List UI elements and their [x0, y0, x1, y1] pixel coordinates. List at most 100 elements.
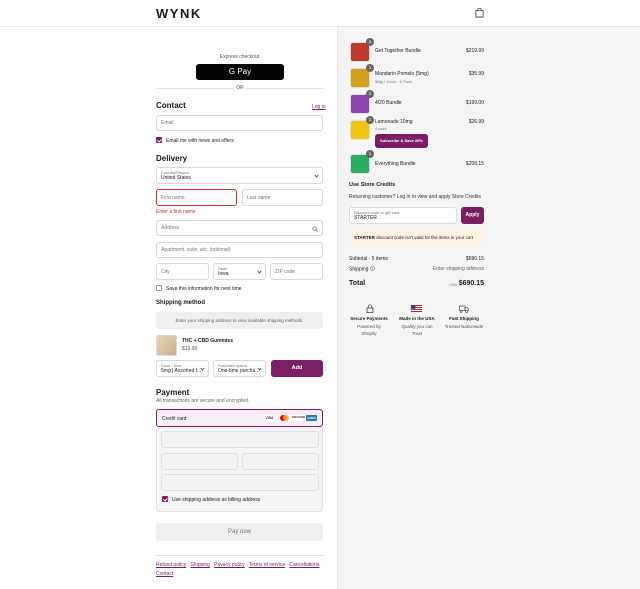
shipping-summary-label: Shipping	[349, 266, 375, 273]
chevron-down-icon	[257, 268, 262, 274]
save-info-label: Save this information for next time	[166, 286, 242, 292]
zip-field[interactable]: ZIP code	[270, 263, 323, 280]
country-select[interactable]: Country/Region United States	[156, 167, 323, 184]
store-credits-heading: Use Store Credits	[349, 182, 396, 188]
city-placeholder: City	[161, 268, 170, 275]
last-name-field[interactable]: Last name	[242, 189, 323, 206]
mastercard-icon	[279, 415, 290, 421]
gpay-button[interactable]: G Pay	[196, 64, 284, 80]
newsletter-label: Email me with news and offers	[166, 138, 234, 144]
city-field[interactable]: City	[156, 263, 209, 280]
shopping-bag-icon[interactable]	[475, 8, 484, 18]
first-name-error: Enter a first name	[156, 209, 196, 215]
newsletter-checkbox[interactable]	[156, 137, 162, 143]
quantity-badge: 1	[366, 90, 374, 98]
subscribe-save-button[interactable]: Subscribe & Save 20%	[375, 134, 428, 148]
discount-field[interactable]: Discount code or gift card STARTER	[349, 207, 457, 224]
footer-divider	[156, 555, 323, 556]
name-on-card-field[interactable]	[161, 474, 319, 491]
cancellations-link[interactable]: Cancellations	[289, 562, 319, 568]
discount-value: STARTER	[354, 215, 377, 221]
badge-sub: Shopify	[361, 331, 377, 336]
first-name-placeholder: First name	[161, 194, 185, 201]
privacy-policy-link[interactable]: Privacy policy	[214, 562, 245, 568]
contact-link[interactable]: Contact	[156, 571, 173, 577]
cart-item-price: $219.99	[465, 48, 484, 54]
upsell-name: THC + CBD Gummies	[182, 338, 233, 344]
badge-sub: Powered by	[357, 324, 381, 329]
dose-select[interactable]: Dose / Size 5mg | Assorted f...	[156, 360, 209, 377]
expiry-field[interactable]	[161, 453, 238, 470]
first-name-field[interactable]: First name	[156, 189, 237, 206]
cart-item-variant: 5Mg / 12oz) - 6 Pack	[375, 79, 412, 84]
cart-item-name: Mandarin Pomelo (5mg)	[375, 71, 429, 77]
badge-title: Made in the USA	[399, 316, 435, 321]
cart-item-variant: 4 pack	[375, 126, 387, 131]
cart-item-name: 4/20 Bundle	[375, 100, 402, 106]
email-field[interactable]: Email	[156, 115, 323, 131]
purchase-option-select[interactable]: Purchase option One-time purcha...	[213, 360, 266, 377]
shipping-notice: Enter your shipping address to view avai…	[156, 312, 323, 329]
site-header: WYNK	[0, 0, 640, 27]
discover-icon: DISCOVER	[292, 415, 306, 421]
terms-link[interactable]: Terms of service	[249, 562, 285, 568]
express-checkout-label: Express checkout	[219, 54, 260, 60]
search-icon	[312, 226, 318, 232]
amex-icon: AMEX	[306, 415, 317, 421]
chevron-down-icon	[200, 365, 205, 371]
card-form: Use shipping address as billing address	[156, 427, 323, 512]
cart-item-name: Get Together Bundle	[375, 48, 421, 54]
cart-item-price: $208.15	[465, 161, 484, 167]
address-placeholder: Address	[161, 225, 180, 231]
cart-item-name: Lemonade 10mg	[375, 119, 413, 125]
chevron-down-icon	[314, 172, 319, 178]
cart-item-price: $26.99	[468, 119, 484, 125]
address-field[interactable]: Address	[156, 220, 323, 236]
discount-code-text: STARTER	[354, 235, 375, 240]
chevron-down-icon	[257, 365, 262, 371]
or-label: OR	[234, 85, 246, 91]
login-link[interactable]: Log in	[312, 104, 326, 110]
credit-card-option[interactable]: Credit card VISA DISCOVER AMEX	[156, 409, 323, 427]
brand-logo[interactable]: WYNK	[156, 6, 202, 21]
billing-same-checkbox[interactable]	[162, 496, 168, 502]
last-name-placeholder: Last name	[247, 194, 271, 201]
state-value: Iowa	[218, 271, 229, 277]
save-info-checkbox[interactable]	[156, 285, 162, 291]
info-icon[interactable]	[370, 266, 375, 271]
badge-sub: Trust	[411, 331, 423, 336]
total-label: Total	[349, 280, 366, 287]
badge-title: Fast Shipping	[449, 316, 479, 321]
cart-item-price: $35.99	[468, 71, 484, 77]
pay-now-button[interactable]: Pay now	[156, 523, 323, 541]
add-button[interactable]: Add	[271, 360, 323, 377]
quantity-badge: 1	[366, 150, 374, 158]
subtotal-value: $690.15	[465, 256, 484, 262]
store-credits-text[interactable]: Returning customer? Log in to view and a…	[349, 194, 481, 200]
badge-sub: Trusted Nationwide	[444, 324, 484, 329]
dose-value: 5mg | Assorted f...	[161, 368, 202, 374]
order-summary-panel	[337, 27, 640, 589]
total-value: $690.15	[458, 280, 484, 287]
lock-icon	[366, 304, 374, 313]
payment-subtitle: All transactions are secure and encrypte…	[156, 398, 250, 404]
gummies-image	[156, 335, 177, 356]
quantity-badge: 1	[366, 116, 374, 124]
apartment-field[interactable]: Apartment, suite, etc. (optional)	[156, 242, 323, 258]
card-number-field[interactable]	[161, 431, 319, 448]
country-value: United States	[161, 175, 192, 181]
discount-warning: STARTER discount code isn't valid for th…	[349, 230, 484, 246]
cart-item-price: $199.00	[465, 100, 484, 106]
upsell-price: $19.99	[182, 346, 198, 352]
refund-policy-link[interactable]: Refund policy	[156, 562, 186, 568]
shipping-link[interactable]: Shipping	[190, 562, 209, 568]
purchase-value: One-time purcha...	[218, 368, 260, 374]
truck-icon	[459, 305, 469, 313]
subtotal-label: Subtotal · 5 items	[349, 256, 388, 262]
discount-warning-text: discount code isn't valid for the items …	[374, 235, 474, 240]
footer-links: Refund policy Shipping Privacy policy Te…	[156, 561, 326, 579]
security-code-field[interactable]	[242, 453, 319, 470]
credit-card-label: Credit card	[162, 416, 187, 422]
apply-button[interactable]: Apply	[461, 207, 484, 224]
state-select[interactable]: State Iowa	[213, 263, 266, 280]
